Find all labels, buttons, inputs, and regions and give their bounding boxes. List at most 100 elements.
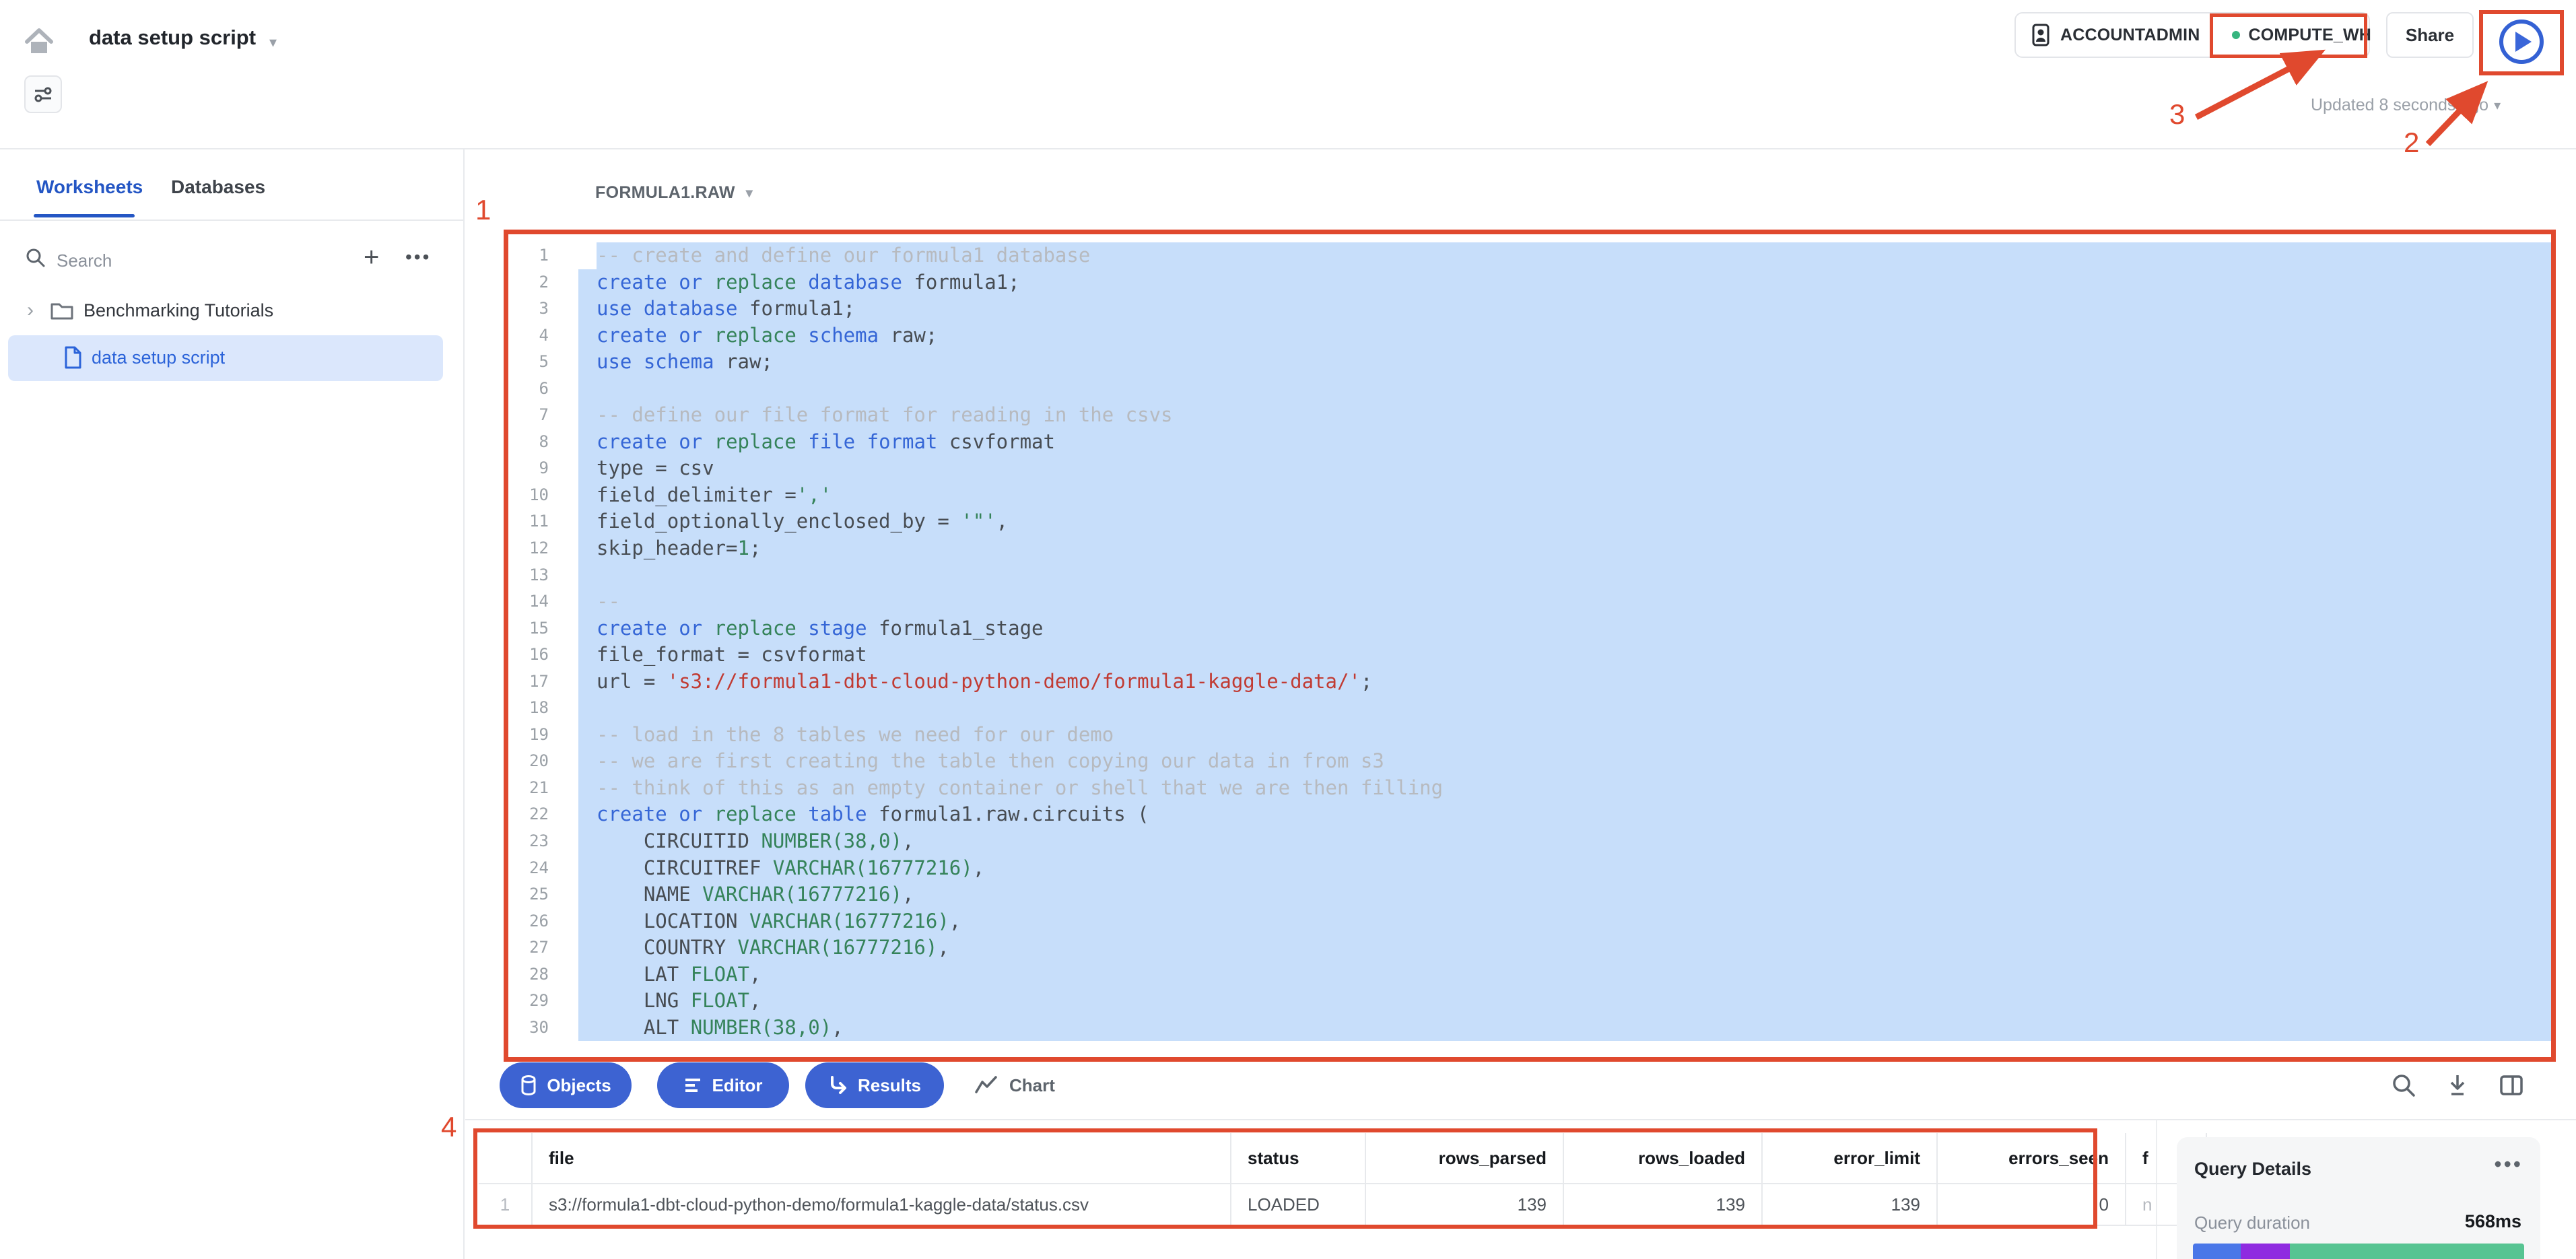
code-line: 27 COUNTRY VARCHAR(16777216), xyxy=(508,934,2551,961)
share-button[interactable]: Share xyxy=(2386,12,2474,58)
tab-databases[interactable]: Databases xyxy=(171,176,265,198)
objects-button[interactable]: Objects xyxy=(500,1062,632,1108)
line-number: 22 xyxy=(508,801,549,828)
line-number: 14 xyxy=(508,588,549,615)
table-cell: s3://formula1-dbt-cloud-python-demo/form… xyxy=(533,1184,1231,1226)
code-line-text: LOCATION VARCHAR(16777216), xyxy=(578,908,2551,935)
worksheet-file-icon xyxy=(63,346,82,369)
role-label: ACCOUNTADMIN xyxy=(2060,26,2200,45)
run-button[interactable] xyxy=(2499,20,2544,64)
table-header-row: filestatusrows_parsedrows_loadederror_li… xyxy=(479,1133,2207,1184)
table-row[interactable]: 1s3://formula1-dbt-cloud-python-demo/for… xyxy=(479,1184,2207,1226)
duration-bar-segment xyxy=(2193,1244,2241,1259)
table-cell: 139 xyxy=(1564,1184,1763,1226)
code-line: 8create or replace file format csvformat xyxy=(508,429,2551,456)
code-line-text: -- think of this as an empty container o… xyxy=(578,775,2551,802)
line-number: 25 xyxy=(508,881,549,908)
active-tab-underline xyxy=(34,214,135,217)
chart-toggle[interactable]: Chart xyxy=(974,1062,1055,1108)
warehouse-segment[interactable]: COMPUTE_WH xyxy=(2217,26,2386,45)
chevron-right-icon[interactable]: › xyxy=(27,299,34,322)
code-line: 30 ALT NUMBER(38,0), xyxy=(508,1015,2551,1042)
code-line-text xyxy=(578,376,2551,403)
column-header: error_limit xyxy=(1763,1133,1938,1184)
query-details-title: Query Details xyxy=(2194,1159,2311,1180)
code-line-text: CIRCUITID NUMBER(38,0), xyxy=(578,828,2551,855)
role-warehouse-selector[interactable]: ACCOUNTADMIN COMPUTE_WH xyxy=(2014,12,2370,58)
sidebar-folder-row[interactable]: › Benchmarking Tutorials xyxy=(0,295,465,335)
line-number: 18 xyxy=(508,695,549,722)
updated-status[interactable]: Updated 8 seconds ago ▾ xyxy=(2311,96,2540,115)
code-line: 18 xyxy=(508,695,2551,722)
line-number: 20 xyxy=(508,748,549,775)
code-line: 29 LNG FLOAT, xyxy=(508,988,2551,1015)
code-line-text: -- we are first creating the table then … xyxy=(578,748,2551,775)
download-results-button[interactable] xyxy=(2443,1070,2472,1100)
results-button[interactable]: Results xyxy=(805,1062,944,1108)
selected-worksheet-label: data setup script xyxy=(92,347,225,368)
table-cell: 1 xyxy=(479,1184,533,1226)
code-line-text: NAME VARCHAR(16777216), xyxy=(578,881,2551,908)
worksheet-search[interactable]: Search + ••• xyxy=(0,241,465,284)
line-number: 8 xyxy=(508,429,549,456)
play-icon xyxy=(2515,32,2532,52)
annotation-label-1: 1 xyxy=(475,194,491,226)
sidebar-more-button[interactable]: ••• xyxy=(405,246,431,268)
context-selector[interactable]: FORMULA1.RAW ▾ xyxy=(595,183,753,203)
code-line: 2create or replace database formula1; xyxy=(508,269,2551,296)
page-title: data setup script xyxy=(89,26,256,50)
code-line: 13 xyxy=(508,562,2551,589)
code-line-text: create or replace stage formula1_stage xyxy=(578,615,2551,642)
search-input[interactable]: Search xyxy=(57,250,112,271)
line-number: 19 xyxy=(508,722,549,749)
table-cell: 139 xyxy=(1763,1184,1938,1226)
code-line-text: field_optionally_enclosed_by = '"', xyxy=(578,508,2551,535)
code-line-text: -- load in the 8 tables we need for our … xyxy=(578,722,2551,749)
code-line: 4create or replace schema raw; xyxy=(508,322,2551,349)
tab-worksheets[interactable]: Worksheets xyxy=(36,176,143,198)
line-number: 10 xyxy=(508,482,549,509)
search-results-button[interactable] xyxy=(2389,1070,2418,1100)
objects-button-label: Objects xyxy=(547,1075,611,1096)
line-number: 23 xyxy=(508,828,549,855)
code-line-text: create or replace database formula1; xyxy=(578,269,2551,296)
line-number: 21 xyxy=(508,775,549,802)
code-line-text: ALT NUMBER(38,0), xyxy=(578,1015,2551,1042)
database-icon xyxy=(520,1075,537,1096)
column-header: status xyxy=(1231,1133,1366,1184)
code-line-text: field_delimiter =',' xyxy=(578,482,2551,509)
sql-code-editor[interactable]: 1-- create and define our formula1 datab… xyxy=(508,234,2551,1057)
query-duration-bar xyxy=(2193,1244,2524,1259)
role-segment[interactable]: ACCOUNTADMIN xyxy=(2016,24,2217,46)
results-button-label: Results xyxy=(858,1075,921,1096)
query-details-more-button[interactable]: ••• xyxy=(2494,1152,2523,1177)
title-caret-icon[interactable]: ▾ xyxy=(269,34,277,51)
query-duration-value: 568ms xyxy=(2465,1211,2521,1232)
line-number: 13 xyxy=(508,562,549,589)
context-caret-icon: ▾ xyxy=(746,184,753,201)
code-line-text: use database formula1; xyxy=(578,296,2551,322)
split-view-button[interactable] xyxy=(2497,1070,2526,1100)
sidebar-divider xyxy=(0,219,465,221)
chart-toggle-label: Chart xyxy=(1009,1075,1055,1096)
warehouse-status-dot xyxy=(2232,31,2240,39)
code-line-text: create or replace table formula1.raw.cir… xyxy=(578,801,2551,828)
code-line-text: url = 's3://formula1-dbt-cloud-python-de… xyxy=(578,669,2551,695)
home-icon[interactable] xyxy=(23,26,55,58)
editor-button[interactable]: Editor xyxy=(657,1062,789,1108)
updated-text: Updated 8 seconds ago xyxy=(2311,96,2488,115)
code-line: 7-- define our file format for reading i… xyxy=(508,402,2551,429)
code-line-text: COUNTRY VARCHAR(16777216), xyxy=(578,934,2551,961)
code-line-text: use schema raw; xyxy=(578,349,2551,376)
sidebar-item-selected-worksheet[interactable]: data setup script xyxy=(8,335,443,381)
chart-line-icon xyxy=(974,1075,998,1095)
filter-button[interactable] xyxy=(24,75,62,113)
line-number: 7 xyxy=(508,402,549,429)
code-line: 1-- create and define our formula1 datab… xyxy=(508,242,2551,269)
line-number: 17 xyxy=(508,669,549,695)
code-line-text: LAT FLOAT, xyxy=(578,961,2551,988)
code-line: 15create or replace stage formula1_stage xyxy=(508,615,2551,642)
add-worksheet-button[interactable]: + xyxy=(364,242,379,273)
code-line: 26 LOCATION VARCHAR(16777216), xyxy=(508,908,2551,935)
folder-icon xyxy=(50,300,74,320)
